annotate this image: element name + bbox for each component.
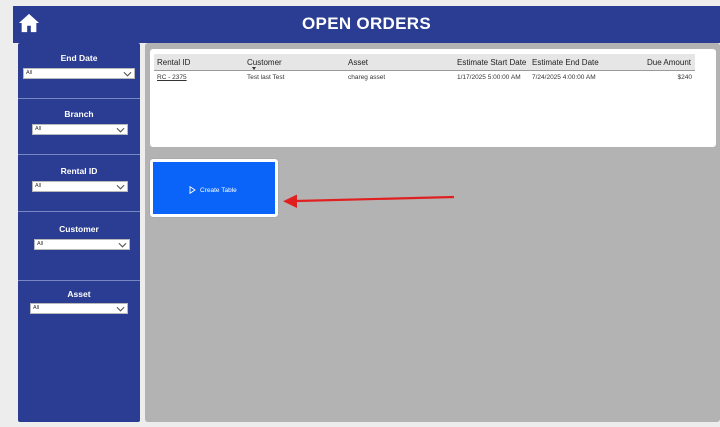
- filter-label: Asset: [67, 289, 91, 299]
- page-title: OPEN ORDERS: [302, 14, 431, 33]
- filter-divider: [18, 154, 140, 155]
- column-header-customer[interactable]: Customer: [247, 58, 282, 67]
- column-header-rental-id[interactable]: Rental ID: [157, 58, 190, 67]
- filter-sidebar: End Date All Branch All Rental ID All Cu…: [18, 43, 140, 422]
- chevron-down-icon: [116, 184, 125, 190]
- branch-select[interactable]: All: [32, 124, 128, 135]
- filter-divider: [18, 280, 140, 281]
- asset-select[interactable]: All: [30, 303, 128, 314]
- select-value: All: [35, 126, 42, 132]
- create-table-content: Create Table: [189, 186, 237, 194]
- column-header-asset[interactable]: Asset: [348, 58, 368, 67]
- column-header-due-amount[interactable]: Due Amount: [647, 58, 691, 67]
- create-table-label: Create Table: [200, 186, 237, 194]
- select-value: All: [37, 241, 44, 247]
- orders-table: Rental ID Customer Asset Estimate Start …: [150, 49, 716, 147]
- select-value: All: [35, 183, 42, 189]
- filter-label: Rental ID: [60, 166, 98, 176]
- red-arrow-annotation: [283, 194, 455, 208]
- chevron-down-icon: [116, 127, 125, 133]
- rental-id-select[interactable]: All: [32, 181, 128, 192]
- filter-label: Customer: [59, 224, 99, 234]
- filter-label: End Date: [60, 53, 98, 63]
- cell-due-amount: $240: [677, 74, 692, 81]
- filter-label: Branch: [64, 109, 94, 119]
- play-icon: [189, 186, 196, 194]
- cell-end-date: 7/24/2025 4:00:00 AM: [532, 74, 596, 81]
- create-table-button[interactable]: Create Table: [150, 159, 278, 217]
- chevron-down-icon: [116, 306, 125, 312]
- filter-divider: [18, 98, 140, 99]
- column-header-end-date[interactable]: Estimate End Date: [532, 58, 599, 67]
- table-header-row: Rental ID Customer Asset Estimate Start …: [154, 54, 695, 71]
- chevron-down-icon: [118, 242, 127, 248]
- select-value: All: [26, 70, 33, 76]
- header-bar: OPEN ORDERS: [13, 6, 720, 43]
- customer-select[interactable]: All: [34, 239, 130, 250]
- end-date-select[interactable]: All: [23, 68, 135, 79]
- cell-rental-id-link[interactable]: RC - 2375: [157, 74, 187, 81]
- chevron-down-icon: [123, 71, 132, 77]
- select-value: All: [33, 305, 40, 311]
- filter-divider: [18, 211, 140, 212]
- cell-customer: Test last Test: [247, 74, 285, 81]
- cell-start-date: 1/17/2025 5:00:00 AM: [457, 74, 521, 81]
- sort-descending-icon: [252, 67, 256, 70]
- cell-asset: chareg asset: [348, 74, 386, 81]
- column-header-start-date[interactable]: Estimate Start Date: [457, 58, 526, 67]
